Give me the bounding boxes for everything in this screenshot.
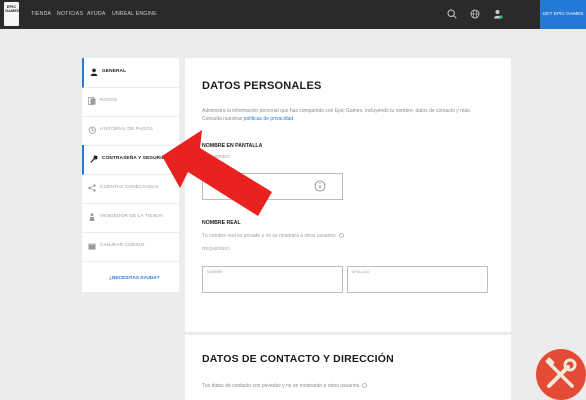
contact-title: DATOS DE CONTACTO Y DIRECCIÓN — [202, 353, 394, 365]
search-icon[interactable] — [447, 9, 457, 19]
tools-icon — [545, 357, 577, 388]
card-icon — [88, 97, 96, 105]
history-icon — [88, 126, 96, 134]
globe-icon[interactable] — [470, 9, 480, 19]
sidebar-item-pagos[interactable]: PAGOS — [82, 87, 179, 117]
contact-panel — [185, 335, 511, 400]
help-link[interactable]: ¿NECESITAS AYUDA? — [109, 276, 160, 281]
nav-tienda[interactable]: TIENDA — [31, 11, 51, 17]
epic-games-logo[interactable]: EPIC GAMES — [4, 2, 20, 26]
description-line-1: Administra la información personal que h… — [202, 108, 472, 114]
sidebar-item-general[interactable]: GENERAL — [82, 58, 181, 88]
user-account-icon[interactable] — [493, 9, 503, 19]
tools-badge — [536, 349, 586, 400]
nav-noticias[interactable]: NOTICIAS — [57, 11, 83, 17]
key-icon — [90, 155, 98, 163]
info-small-icon[interactable] — [338, 233, 344, 238]
last-name-placeholder: APELLIDO — [352, 270, 370, 274]
personal-description: Administra la información personal que h… — [202, 107, 502, 123]
contact-description-text: Tus datos de contacto son privados y no … — [202, 383, 361, 389]
privacy-policy-link[interactable]: políticas de privacidad — [244, 116, 293, 122]
sidebar-item-label: GENERAL — [102, 69, 127, 74]
nav-unreal-engine[interactable]: UNREAL ENGINE — [112, 11, 157, 17]
first-name-placeholder: NOMBRE — [207, 270, 223, 274]
get-epic-games-button[interactable]: GET EPIC GAMES — [540, 0, 586, 29]
user-icon — [90, 68, 98, 76]
last-name-input[interactable]: APELLIDO — [347, 266, 488, 293]
nav-ayuda[interactable]: AYUDA — [87, 11, 106, 17]
sidebar-item-canjear-codigo[interactable]: CANJEAR CÓDIGO — [82, 232, 179, 262]
logo-text: EPIC GAMES — [5, 4, 20, 13]
info-icon[interactable] — [314, 180, 326, 192]
top-navigation-bar: EPIC GAMES TIENDA NOTICIAS AYUDA UNREAL … — [0, 0, 586, 29]
page-title: DATOS PERSONALES — [202, 80, 322, 92]
share-icon — [88, 184, 96, 192]
sidebar-item-label: HISTORIAL DE PAGOS — [100, 127, 153, 132]
description-line-2: Consulta nuestras — [202, 116, 244, 122]
person-icon — [89, 213, 95, 221]
required-label-2: REQUERIDO — [202, 246, 230, 251]
real-name-description: Tu nombre real es privado y no se mostra… — [202, 233, 344, 239]
contact-description: Tus datos de contacto son privados y no … — [202, 382, 502, 390]
info-small-icon[interactable] — [362, 383, 367, 388]
first-name-input[interactable]: NOMBRE — [202, 266, 343, 293]
real-name-description-text: Tu nombre real es privado y no se mostra… — [202, 233, 338, 239]
red-arrow-annotation — [162, 130, 272, 216]
gift-icon — [88, 243, 96, 250]
sidebar-item-label: PAGOS — [100, 98, 118, 103]
sidebar-item-label: CANJEAR CÓDIGO — [100, 243, 145, 248]
